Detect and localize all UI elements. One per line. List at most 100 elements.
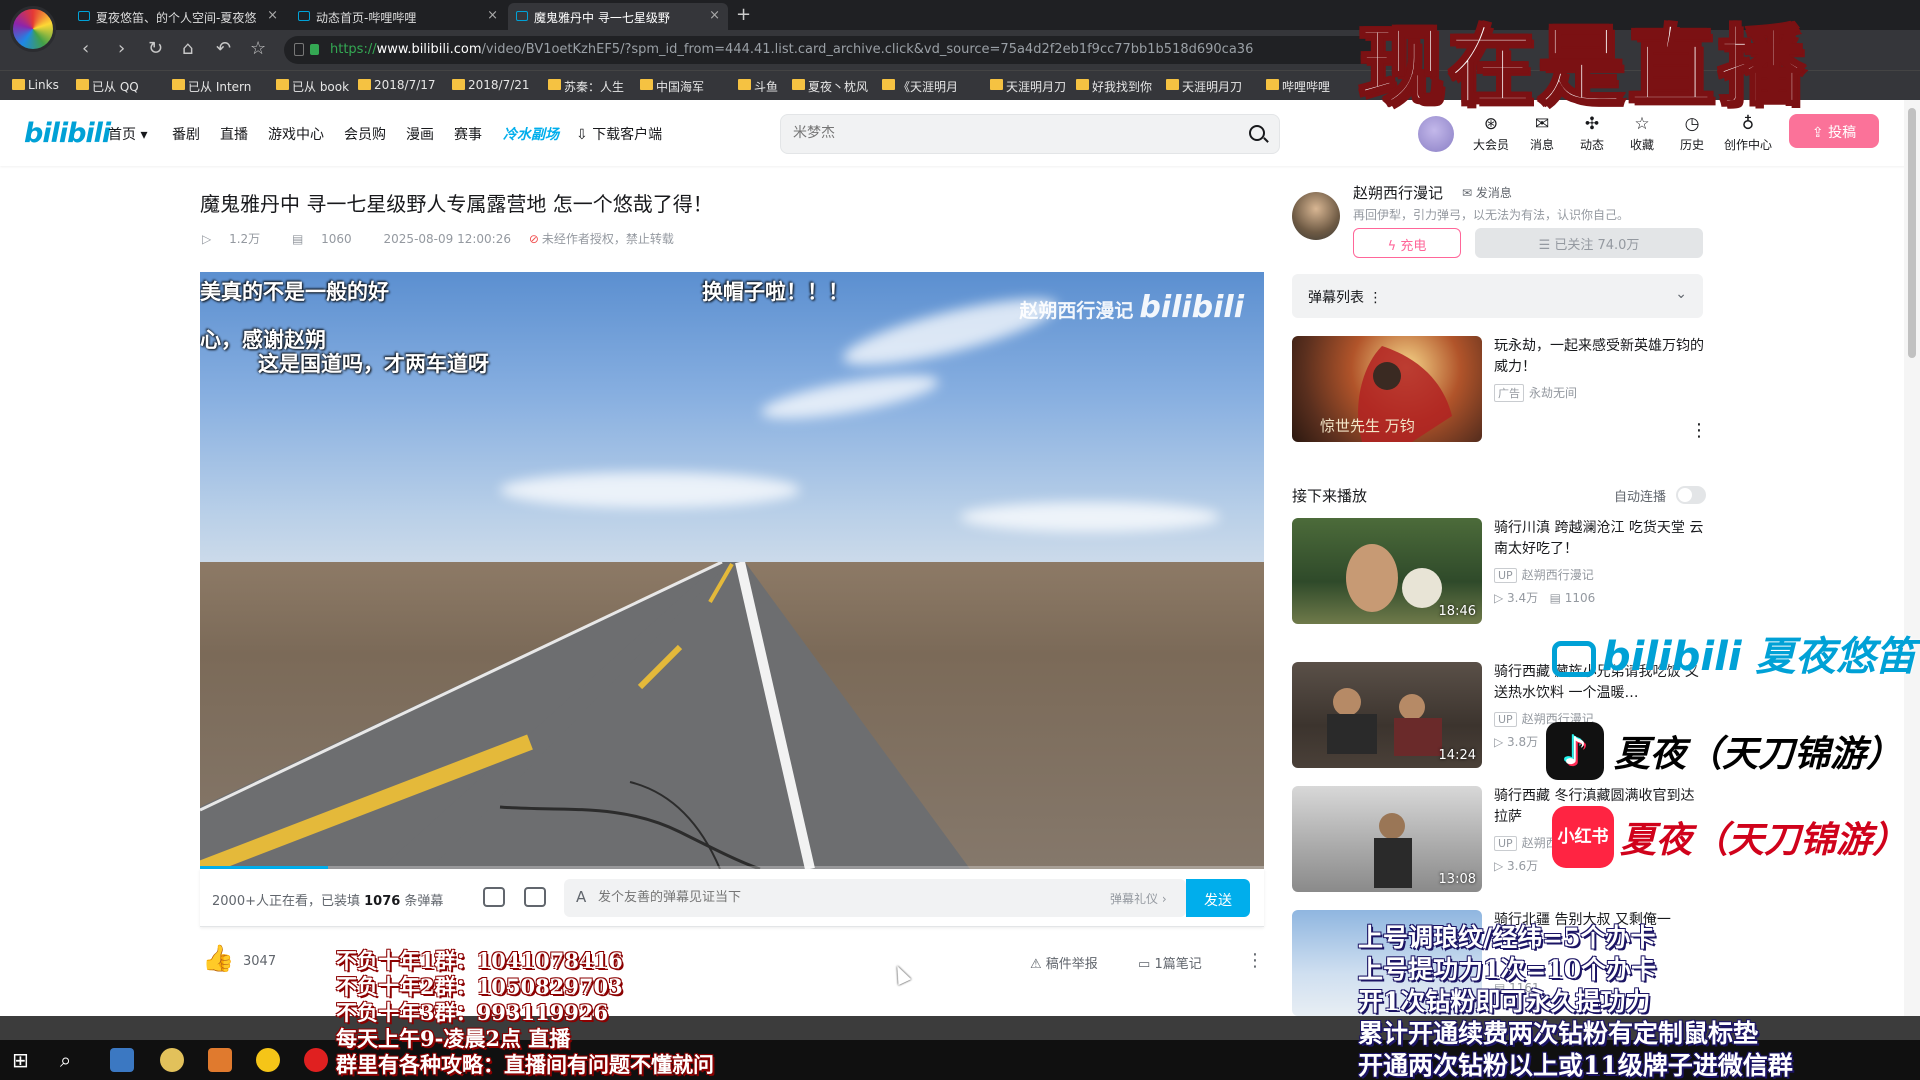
download-icon: ⇩ — [576, 127, 588, 143]
nav-anime[interactable]: 番剧 — [172, 124, 200, 144]
danmaku-list-panel[interactable]: 弹幕列表 ⋮ ⌄ — [1292, 274, 1703, 318]
danmaku-toggle-icon[interactable] — [483, 887, 505, 907]
page-scrollbar[interactable] — [1904, 100, 1920, 1020]
nav-special-event[interactable]: 冷水副场 — [503, 124, 559, 144]
followed-button[interactable]: ☰ 已关注 74.0万 — [1475, 228, 1703, 258]
recommended-video-card[interactable]: 18:46 骑行川滇 跨越澜沧江 吃货天堂 云南太好吃了！ UP 赵朔西行漫记 ▷… — [1292, 518, 1703, 626]
search-input[interactable] — [793, 125, 1233, 141]
close-tab-icon[interactable]: × — [709, 8, 720, 23]
windows-start-icon[interactable]: ⊞ — [12, 1048, 36, 1072]
folder-icon — [792, 79, 805, 90]
bookmark-item[interactable]: 已从 Intern — [172, 78, 251, 95]
views-count: ▷ 1.2万 — [202, 232, 261, 246]
bookmark-item[interactable]: 中国海军 — [640, 78, 704, 95]
bookmark-item[interactable]: Links — [12, 78, 59, 92]
bookmark-item[interactable]: 斗鱼 — [738, 78, 778, 95]
bookmark-item[interactable]: 苏秦：人生 — [548, 78, 624, 95]
charge-button[interactable]: ϟ 充电 — [1353, 228, 1461, 258]
folder-icon — [12, 79, 25, 90]
chevron-down-icon[interactable]: ⌄ — [1675, 286, 1687, 302]
browser-logo-icon[interactable] — [10, 6, 56, 52]
tab-label: 魔鬼雅丹中 寻一七星级野 — [534, 11, 670, 25]
bookmark-item[interactable]: 2018/7/17 — [358, 78, 436, 92]
ad-card[interactable]: 惊世先生 万钧 玩永劫，一起来感受新英雄万钧的威力！ 广告 永劫无间 — [1292, 336, 1704, 444]
browser-taskbar-icon[interactable] — [256, 1048, 280, 1072]
bookmark-item[interactable]: 已从 book — [276, 78, 349, 95]
bookmark-item[interactable]: 夏夜丶枕风 — [792, 78, 868, 95]
url-field[interactable]: https://www.bilibili.com/video/BV1oetKzh… — [284, 36, 1384, 64]
up-next-label: 接下来播放 — [1292, 487, 1368, 505]
owl-app-icon[interactable] — [160, 1048, 184, 1072]
search-icon[interactable] — [1249, 125, 1265, 141]
undo-icon[interactable]: ↶ — [216, 38, 231, 59]
home-icon[interactable]: ⌂ — [182, 38, 193, 59]
bilibili-logo[interactable]: bilibili — [24, 118, 111, 149]
video-card-title: 骑行川滇 跨越澜沧江 吃货天堂 云南太好吃了！ — [1494, 520, 1704, 557]
browser-tab[interactable]: 夏夜悠笛、的个人空间-夏夜悠 × — [70, 3, 286, 30]
like-count: 3047 — [243, 954, 277, 969]
nav-manga[interactable]: 漫画 — [406, 124, 434, 144]
danmaku-settings-icon[interactable] — [524, 887, 546, 907]
bookmark-item[interactable]: 好我找到你 — [1076, 78, 1152, 95]
notes-button[interactable]: ▭ 1篇笔记 — [1138, 953, 1202, 972]
forward-icon[interactable]: › — [118, 38, 125, 59]
video-card-stats: ▷ 3.4万 ▤ 1106 — [1494, 591, 1596, 605]
music-app-icon[interactable] — [304, 1048, 328, 1072]
reload-icon[interactable]: ↻ — [148, 38, 163, 59]
folder-icon — [1166, 79, 1179, 90]
calculator-icon[interactable] — [110, 1048, 134, 1072]
nav-mall[interactable]: 会员购 — [344, 124, 386, 144]
new-tab-button[interactable]: + — [736, 4, 751, 25]
tab-label: 夏夜悠笛、的个人空间-夏夜悠 — [96, 11, 257, 25]
bookmark-item[interactable]: 《天涯明月 — [882, 78, 958, 95]
danmaku-input-box: A 弹幕礼仪 › — [564, 879, 1186, 917]
danmaku-input[interactable] — [598, 890, 1058, 905]
url-path: /video/BV1oetKzhEF5/?spm_id_from=444.41.… — [481, 42, 1254, 57]
mail-icon: ✉ — [1462, 186, 1473, 200]
ad-title: 玩永劫，一起来感受新英雄万钧的威力！ — [1494, 338, 1704, 375]
bookmark-star-icon[interactable]: ☆ — [250, 38, 266, 59]
search-taskbar-icon[interactable]: ⌕ — [60, 1048, 84, 1072]
folder-icon — [276, 79, 289, 90]
close-tab-icon[interactable]: × — [487, 8, 498, 23]
uploader-avatar[interactable] — [1292, 192, 1340, 240]
bookmark-item[interactable]: 天涯明月刀 — [1166, 78, 1242, 95]
ad-thumbnail: 惊世先生 万钧 — [1292, 336, 1482, 442]
video-duration: 18:46 — [1438, 604, 1476, 619]
send-message-link[interactable]: ✉ 发消息 — [1462, 184, 1512, 201]
send-danmaku-button[interactable]: 发送 — [1186, 879, 1250, 917]
danmaku-list-label: 弹幕列表 ⋮ — [1308, 290, 1383, 306]
folder-icon — [452, 79, 465, 90]
video-card-stats: ▷ 3.6万 — [1494, 859, 1539, 873]
folder-icon — [76, 79, 89, 90]
back-icon[interactable]: ‹ — [82, 38, 89, 59]
bookmark-item[interactable]: 已从 QQ — [76, 78, 139, 95]
close-tab-icon[interactable]: × — [267, 8, 278, 23]
browser-tab-active[interactable]: 魔鬼雅丹中 寻一七星级野 × — [508, 3, 728, 30]
browser-tab[interactable]: 动态首页-哔哩哔哩 × — [290, 3, 506, 30]
text-style-icon[interactable]: A — [576, 888, 586, 906]
folder-icon — [358, 79, 371, 90]
bookmark-item[interactable]: 哔哩哔哩 — [1266, 78, 1330, 95]
video-thumbnail: 18:46 — [1292, 518, 1482, 624]
more-options-icon[interactable]: ⋮ — [1246, 950, 1264, 971]
danmaku-etiquette-link[interactable]: 弹幕礼仪 › — [1110, 890, 1167, 907]
uploader-name[interactable]: 赵朔西行漫记 — [1353, 182, 1443, 203]
upload-icon: ⇪ — [1811, 125, 1824, 141]
app-icon[interactable] — [208, 1048, 232, 1072]
nav-game-center[interactable]: 游戏中心 — [268, 124, 324, 144]
report-button[interactable]: ⚠ 稿件举报 — [1030, 953, 1098, 972]
like-icon[interactable]: 👍 — [202, 944, 234, 974]
nav-home[interactable]: 首页 ▾ — [108, 124, 147, 144]
nav-live[interactable]: 直播 — [220, 124, 248, 144]
nav-esports[interactable]: 赛事 — [454, 124, 482, 144]
url-host: www.bilibili.com — [376, 42, 482, 57]
overlay-xiaohongshu-handle: 小红书 夏夜（天刀锦游） — [1552, 806, 1908, 868]
video-player[interactable]: 赵朔西行漫记 bilibili 美真的不是一般的好 换帽子啦！！！ 心，感谢赵朔 … — [200, 272, 1264, 869]
bookmark-item[interactable]: 2018/7/21 — [452, 78, 530, 92]
autoplay-toggle[interactable] — [1676, 486, 1706, 504]
nav-download-client[interactable]: ⇩ 下载客户端 — [576, 124, 662, 144]
bookmark-item[interactable]: 天涯明月刀 — [990, 78, 1066, 95]
user-avatar[interactable] — [1418, 116, 1454, 152]
ad-more-icon[interactable]: ⋮ — [1690, 420, 1708, 441]
